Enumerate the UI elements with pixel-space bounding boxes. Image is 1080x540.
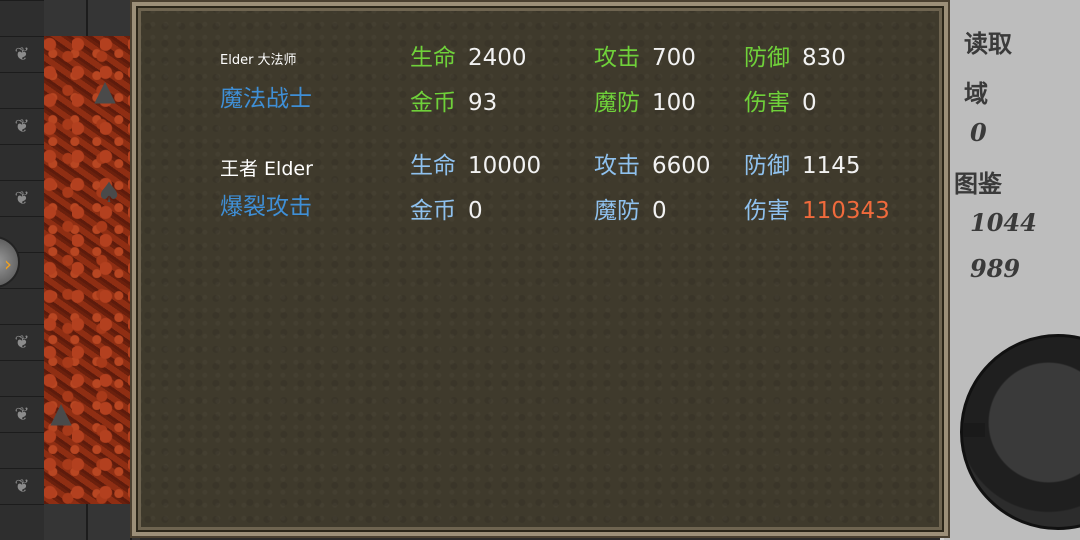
- stat-dmg: 伤害 110343: [744, 191, 890, 225]
- stat-value: 1044: [970, 208, 1037, 237]
- atk-label: 攻击: [594, 153, 640, 179]
- hp-value: 10000: [468, 153, 542, 179]
- bottom-wall: [44, 504, 140, 540]
- stat-value: 989: [970, 254, 1021, 283]
- map-area: ❦ ❦ ❦ ❦ ❦ ❦ ▲ ♠ ▲ ›: [0, 0, 140, 540]
- gold-value: 93: [468, 90, 498, 116]
- top-wall: [44, 0, 140, 36]
- game-screen: ❦ ❦ ❦ ❦ ❦ ❦ ▲ ♠ ▲ › 读取 域 0 图鉴 1044 989 E…: [0, 0, 1080, 540]
- dmg-value: 110343: [802, 198, 890, 224]
- hp-value: 2400: [468, 45, 527, 71]
- stat-def: 防御 1145: [744, 146, 861, 180]
- def-label: 防御: [744, 153, 790, 179]
- rock-statue-icon: ♠: [96, 176, 122, 209]
- mdef-label: 魔防: [594, 198, 640, 224]
- monster-entry[interactable]: 王者 Elder 爆裂攻击 生命 10000 攻击 6600 防御 1145 金币 0 …: [136, 144, 944, 234]
- monster-name: 王者 Elder: [220, 158, 313, 180]
- mdef-value: 100: [652, 90, 696, 116]
- atk-value: 6600: [652, 153, 711, 179]
- stat-dmg: 伤害 0: [744, 83, 817, 117]
- wall-plant-icon: ❦: [14, 188, 30, 209]
- wall-plant-icon: ❦: [14, 44, 30, 65]
- monster-name: Elder 大法师: [220, 53, 297, 68]
- monster-info-modal: Elder 大法师 魔法战士 生命 2400 攻击 700 防御 830 金币 93 魔…: [130, 0, 950, 538]
- stat-hp: 生命 2400: [410, 38, 527, 72]
- dmg-value: 0: [802, 90, 817, 116]
- def-value: 1145: [802, 153, 861, 179]
- stat-hp: 生命 10000: [410, 146, 541, 180]
- hp-label: 生命: [410, 153, 456, 179]
- def-label: 防御: [744, 45, 790, 71]
- stat-def: 防御 830: [744, 38, 846, 72]
- hp-label: 生命: [410, 45, 456, 71]
- mdef-value: 0: [652, 198, 667, 224]
- monster-skill: 爆裂攻击: [220, 194, 312, 220]
- monster-skill: 魔法战士: [220, 86, 312, 112]
- stat-atk: 攻击 700: [594, 38, 696, 72]
- gold-label: 金币: [410, 198, 456, 224]
- dmg-label: 伤害: [744, 198, 790, 224]
- atk-value: 700: [652, 45, 696, 71]
- gold-label: 金币: [410, 90, 456, 116]
- rock-statue-icon: ▲: [94, 74, 116, 107]
- rock-statue-icon: ▲: [50, 396, 72, 429]
- gold-value: 0: [468, 198, 483, 224]
- area-value: 0: [970, 118, 987, 147]
- wall-plant-icon: ❦: [14, 404, 30, 425]
- lava-floor: ▲ ♠ ▲: [44, 36, 140, 504]
- stat-gold: 金币 93: [410, 83, 497, 117]
- monster-entry[interactable]: Elder 大法师 魔法战士 生命 2400 攻击 700 防御 830 金币 93 魔…: [136, 36, 944, 126]
- stat-mdef: 魔防 0: [594, 191, 667, 225]
- dmg-label: 伤害: [744, 90, 790, 116]
- atk-label: 攻击: [594, 45, 640, 71]
- stat-mdef: 魔防 100: [594, 83, 696, 117]
- stat-atk: 攻击 6600: [594, 146, 711, 180]
- catalog-button[interactable]: 图鉴: [954, 164, 1002, 199]
- mdef-label: 魔防: [594, 90, 640, 116]
- def-value: 830: [802, 45, 846, 71]
- stat-gold: 金币 0: [410, 191, 483, 225]
- load-button[interactable]: 读取: [964, 24, 1012, 59]
- dpad-notch: [963, 423, 985, 437]
- wall-plant-icon: ❦: [14, 116, 30, 137]
- wall-plant-icon: ❦: [14, 476, 30, 497]
- area-label: 域: [964, 79, 988, 108]
- wall-plant-icon: ❦: [14, 332, 30, 353]
